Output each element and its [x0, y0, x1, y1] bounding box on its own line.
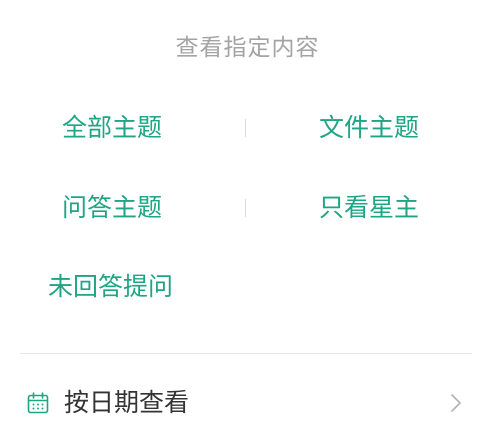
sheet-title: 查看指定内容	[175, 35, 320, 61]
column-divider	[245, 119, 246, 137]
column-divider	[245, 199, 246, 217]
chevron-right-icon	[451, 394, 461, 412]
filter-qa-topics[interactable]: 问答主题	[62, 186, 162, 230]
calendar-icon	[27, 392, 49, 414]
filter-owner-only[interactable]: 只看星主	[319, 186, 419, 230]
filter-row: 问答主题 只看星主	[0, 186, 495, 230]
filter-file-topics[interactable]: 文件主题	[319, 106, 419, 150]
filter-row: 未回答提问	[0, 265, 495, 309]
filter-all-topics[interactable]: 全部主题	[62, 106, 162, 150]
filter-unanswered-questions[interactable]: 未回答提问	[48, 265, 173, 309]
filter-row: 全部主题 文件主题	[0, 106, 495, 150]
section-divider	[20, 353, 472, 354]
filter-sheet: 查看指定内容 全部主题 文件主题 问答主题 只看星主 未回答提问 按日期查看	[0, 0, 495, 442]
view-by-date-label: 按日期查看	[64, 388, 190, 417]
view-by-date-row[interactable]: 按日期查看	[0, 381, 495, 425]
